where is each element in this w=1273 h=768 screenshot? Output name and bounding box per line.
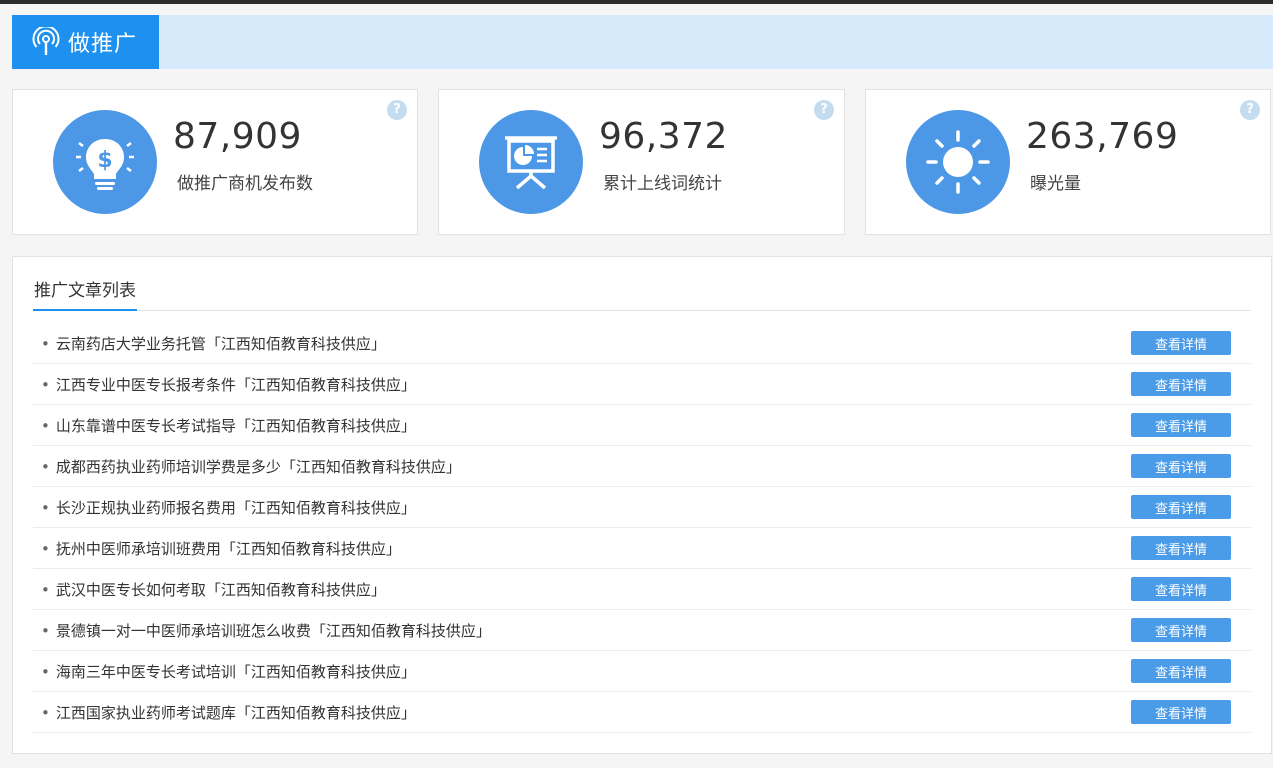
help-icon[interactable]: ? [1240, 100, 1260, 120]
stat-label: 做推广商机发布数 [177, 174, 313, 194]
article-title-link[interactable]: • 山东靠谱中医专长考试指导「江西知佰教育科技供应」 [33, 415, 416, 436]
view-details-button[interactable]: 查看详情 [1131, 331, 1231, 355]
help-icon[interactable]: ? [387, 100, 407, 120]
presentation-board-icon [479, 110, 583, 214]
view-details-button[interactable]: 查看详情 [1131, 372, 1231, 396]
stat-value: 263,769 [1026, 116, 1179, 157]
list-item: • 云南药店大学业务托管「江西知佰教育科技供应」 查看详情 [33, 323, 1251, 364]
view-details-button[interactable]: 查看详情 [1131, 700, 1231, 724]
list-item: • 江西国家执业药师考试题库「江西知佰教育科技供应」 查看详情 [33, 692, 1251, 733]
article-list-panel: 推广文章列表 • 云南药店大学业务托管「江西知佰教育科技供应」 查看详情 • 江西专… [12, 256, 1272, 754]
article-title-link[interactable]: • 云南药店大学业务托管「江西知佰教育科技供应」 [33, 333, 386, 354]
stat-value: 87,909 [173, 116, 302, 157]
article-list: • 云南药店大学业务托管「江西知佰教育科技供应」 查看详情 • 江西专业中医专长报考… [33, 323, 1251, 733]
list-item: • 海南三年中医专长考试培训「江西知佰教育科技供应」 查看详情 [33, 651, 1251, 692]
article-title-link[interactable]: • 长沙正规执业药师报名费用「江西知佰教育科技供应」 [33, 497, 416, 518]
stat-label: 曝光量 [1030, 174, 1081, 194]
promote-tab[interactable]: 做推广 [12, 15, 159, 69]
article-title-link[interactable]: • 海南三年中医专长考试培训「江西知佰教育科技供应」 [33, 661, 416, 682]
stat-card-exposure: 263,769 曝光量 ? [865, 89, 1271, 235]
broadcast-icon [32, 27, 62, 57]
view-details-button[interactable]: 查看详情 [1131, 659, 1231, 683]
view-details-button[interactable]: 查看详情 [1131, 495, 1231, 519]
view-details-button[interactable]: 查看详情 [1131, 618, 1231, 642]
article-title-link[interactable]: • 景德镇一对一中医师承培训班怎么收费「江西知佰教育科技供应」 [33, 620, 491, 641]
promote-tab-label: 做推广 [68, 32, 138, 57]
list-item: • 武汉中医专长如何考取「江西知佰教育科技供应」 查看详情 [33, 569, 1251, 610]
list-item: • 景德镇一对一中医师承培训班怎么收费「江西知佰教育科技供应」 查看详情 [33, 610, 1251, 651]
article-title-link[interactable]: • 江西国家执业药师考试题库「江西知佰教育科技供应」 [33, 702, 416, 723]
lightbulb-dollar-icon: $ [53, 110, 157, 214]
article-title-link[interactable]: • 抚州中医师承培训班费用「江西知佰教育科技供应」 [33, 538, 401, 559]
list-item: • 江西专业中医专长报考条件「江西知佰教育科技供应」 查看详情 [33, 364, 1251, 405]
svg-text:$: $ [97, 148, 112, 173]
view-details-button[interactable]: 查看详情 [1131, 577, 1231, 601]
view-details-button[interactable]: 查看详情 [1131, 413, 1231, 437]
help-icon[interactable]: ? [814, 100, 834, 120]
article-title-link[interactable]: • 成都西药执业药师培训学费是多少「江西知佰教育科技供应」 [33, 456, 461, 477]
view-details-button[interactable]: 查看详情 [1131, 454, 1231, 478]
stat-card-opportunities: $ 87,909 做推广商机发布数 ? [12, 89, 418, 235]
stat-card-keywords: 96,372 累计上线词统计 ? [438, 89, 845, 235]
sun-icon [906, 110, 1010, 214]
list-item: • 山东靠谱中医专长考试指导「江西知佰教育科技供应」 查看详情 [33, 405, 1251, 446]
section-header: 做推广 [12, 15, 1273, 69]
stat-label: 累计上线词统计 [603, 174, 722, 194]
article-title-link[interactable]: • 武汉中医专长如何考取「江西知佰教育科技供应」 [33, 579, 386, 600]
list-item: • 成都西药执业药师培训学费是多少「江西知佰教育科技供应」 查看详情 [33, 446, 1251, 487]
stat-value: 96,372 [599, 116, 728, 157]
panel-tabbar: 推广文章列表 [33, 277, 1251, 311]
article-title-link[interactable]: • 江西专业中医专长报考条件「江西知佰教育科技供应」 [33, 374, 416, 395]
window-top-strip [0, 0, 1273, 4]
list-item: • 长沙正规执业药师报名费用「江西知佰教育科技供应」 查看详情 [33, 487, 1251, 528]
view-details-button[interactable]: 查看详情 [1131, 536, 1231, 560]
tab-article-list[interactable]: 推广文章列表 [33, 277, 137, 311]
list-item: • 抚州中医师承培训班费用「江西知佰教育科技供应」 查看详情 [33, 528, 1251, 569]
